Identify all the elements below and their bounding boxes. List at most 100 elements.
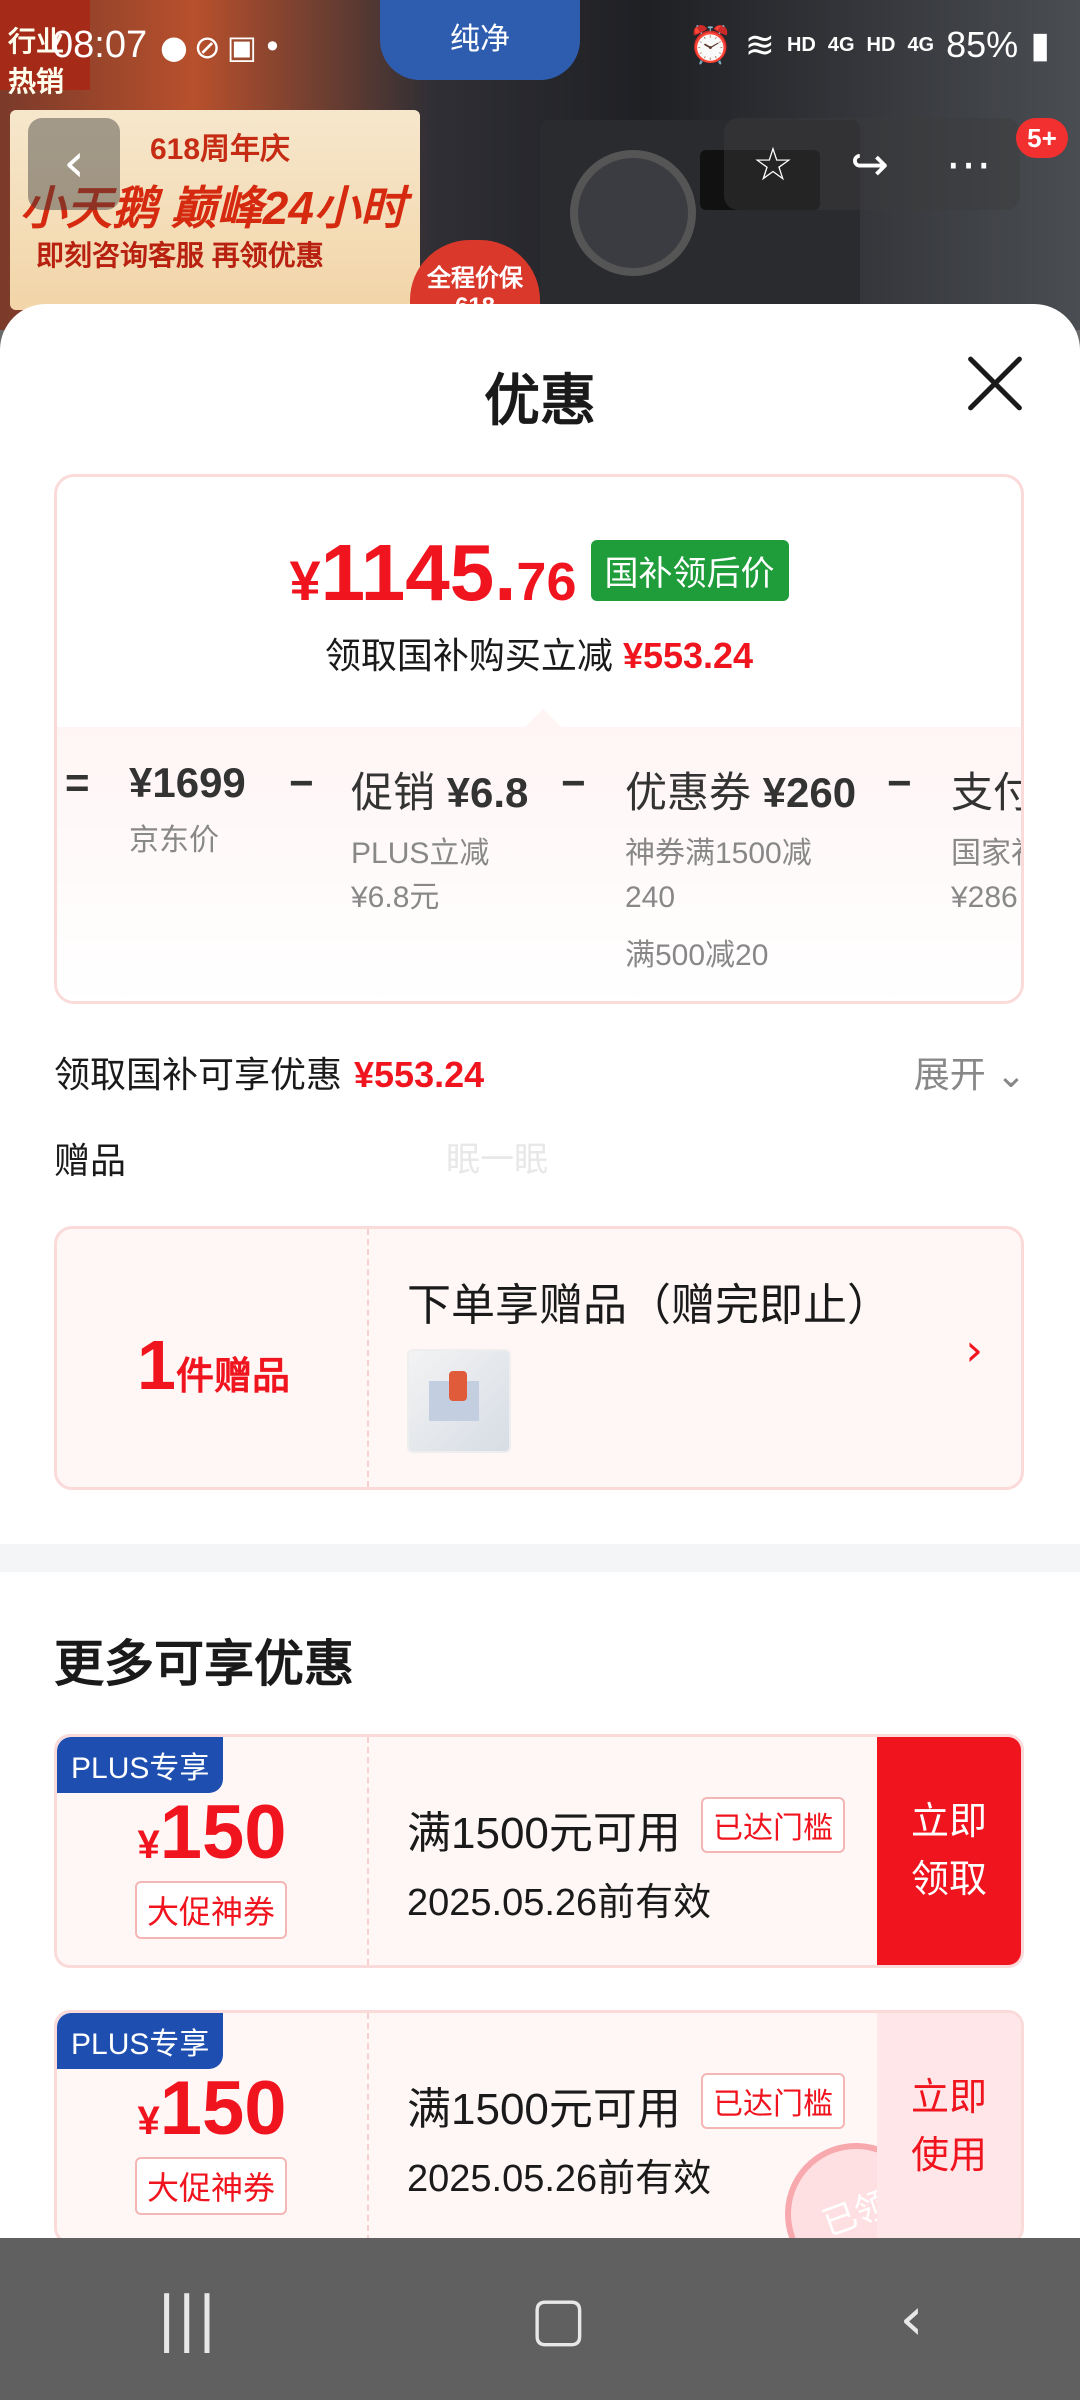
wifi-icon: ≋ [744, 24, 775, 65]
breakdown-prefix: 优惠券 [625, 769, 763, 816]
back-arrow-icon: ‹ [63, 131, 85, 194]
banner-top-text: 618周年庆 [150, 133, 291, 166]
battery-icon: ▮ [1030, 24, 1050, 65]
action-line: 领取 [910, 1859, 987, 1901]
breakdown-sub: 国家补 [951, 837, 1021, 870]
section-separator [0, 1544, 1080, 1572]
action-line: 使用 [910, 2135, 987, 2177]
blocked-icon: ⊘ [193, 28, 227, 66]
action-line: 立即 [910, 2077, 987, 2119]
coupon-type: 大促神券 [135, 2157, 288, 2215]
plus-badge: PLUS专享 [57, 1737, 224, 1793]
signal-label-2: 4G [907, 33, 935, 56]
breakdown-value: ¥1699 [129, 759, 246, 806]
coupon-symbol: ¥ [137, 1823, 160, 1867]
status-bar: 08:07 ●⊘▣• ⏰ ≋ HD 4G HD 4G 85% ▮ [0, 0, 1080, 100]
gallery-icon: ▣ [226, 28, 263, 66]
price-decimal: 76 [516, 552, 577, 612]
system-nav-bar: ||| ▢ ‹ [0, 2238, 1080, 2400]
subsidy-summary: 领取国补可享优惠 ¥553.24 [54, 1046, 484, 1098]
banner-sub-text: 即刻咨询客服 再领优惠 [36, 240, 324, 271]
coupon-card: PLUS专享 ¥150 大促神券 满1500元可用 已达门槛 2025.05.2… [54, 2010, 1024, 2238]
gift-count-area: 1件赠品 [57, 1229, 367, 1487]
back-nav-icon[interactable]: ‹ [900, 2284, 924, 2354]
gift-card[interactable]: 1件赠品 下单享赠品（赠完即止） › [54, 1226, 1024, 1490]
breakdown-row: = ¥1699 京东价 − 促销 ¥6.8 PLUS立减 ¥6.8元 − 优惠券 … [57, 759, 1021, 999]
chevron-right-icon[interactable]: › [965, 1325, 983, 1376]
gift-thumbnail[interactable] [407, 1349, 511, 1453]
breakdown-op: − [561, 759, 586, 806]
breakdown-sub: 满500减20 [625, 939, 769, 972]
coupon-divider [367, 2013, 369, 2238]
coupon-value: 150 [159, 1790, 287, 1875]
gift-divider [367, 1229, 369, 1487]
alarm-icon: ⏰ [687, 24, 733, 65]
breakdown-prefix: 促销 [351, 769, 447, 816]
gift-title: 下单享赠品（赠完即止） [407, 1281, 891, 1330]
watermark-text: 眠一眠 [446, 1141, 548, 1179]
gift-section-label: 赠品 [54, 1140, 127, 1181]
wechat-icon: ● [160, 28, 194, 66]
breakdown-op: − [887, 759, 912, 806]
hd-label-1: HD [786, 33, 816, 56]
coupon-value: 150 [159, 2066, 287, 2151]
chevron-down-icon: ⌄ [995, 1054, 1026, 1095]
breakdown-sub: ¥6.8元 [351, 881, 440, 914]
status-time: 08:07 [52, 24, 148, 66]
coupon-amount: ¥150 [57, 1789, 367, 1876]
breakdown-sub: PLUS立减 [351, 837, 490, 870]
price-symbol: ¥ [289, 549, 321, 612]
close-icon[interactable] [962, 350, 1028, 416]
coupon-status: 已达门槛 [701, 1797, 845, 1853]
breakdown-value: ¥260 [762, 769, 857, 816]
coupon-card: PLUS专享 ¥150 大促神券 满1500元可用 已达门槛 2025.05.2… [54, 1734, 1024, 1968]
coupon-amount: ¥150 [57, 2065, 367, 2152]
washer-door [570, 150, 696, 276]
subsidy-line: 领取国补购买立减 ¥553.24 [57, 627, 1021, 679]
hd-label-2: HD [866, 33, 896, 56]
breakdown-item-coupon: 优惠券 ¥260 神券满1500减 240 满500减20 [625, 759, 856, 978]
gift-count-number: 1 [137, 1326, 176, 1404]
price-line: ¥1145.76 国补领后价 [57, 527, 1021, 619]
coupon-condition: 满1500元可用 [407, 2085, 681, 2134]
coupon-condition: 满1500元可用 [407, 1809, 681, 1858]
final-price: ¥1145.76 [289, 527, 576, 619]
dot-icon: • [262, 28, 288, 66]
home-icon[interactable]: ▢ [530, 2284, 587, 2354]
more-icon[interactable]: ⋯ [946, 137, 992, 191]
subsidy-label: 领取国补购买立减 [324, 635, 613, 676]
coupon-divider [367, 1737, 369, 1965]
coupon-date: 2025.05.26前有效 [407, 1882, 712, 1924]
expand-label: 展开 [913, 1054, 986, 1095]
breakdown-sub: ¥286 [951, 881, 1018, 914]
coupon-status: 已达门槛 [701, 2073, 845, 2129]
message-badge: 5+ [1016, 118, 1068, 158]
back-button[interactable]: ‹ [28, 118, 120, 210]
system-icons: ⏰ ≋ HD 4G HD 4G 85% ▮ [688, 24, 1050, 66]
notification-icons: ●⊘▣• [160, 28, 288, 66]
recent-apps-icon[interactable]: ||| [156, 2284, 217, 2354]
use-coupon-button[interactable]: 立即 使用 [877, 2013, 1021, 2238]
summary-label: 领取国补可享优惠 [54, 1054, 343, 1095]
breakdown-op: − [289, 759, 314, 806]
pointer-arrow [523, 709, 563, 729]
claim-coupon-button[interactable]: 立即 领取 [877, 1737, 1021, 1965]
battery-level: 85% [946, 24, 1019, 65]
breakdown-item-payment: 支付 国家补 ¥286 [951, 759, 1021, 920]
breakdown-item-promo: 促销 ¥6.8 PLUS立减 ¥6.8元 [351, 759, 528, 920]
price-summary: ¥1145.76 国补领后价 领取国补购买立减 ¥553.24 [57, 477, 1021, 727]
thumb-shape [449, 1371, 467, 1401]
subsidy-amount: ¥553.24 [622, 635, 754, 676]
share-icon[interactable]: ↪ [850, 137, 889, 191]
action-line: 立即 [910, 1801, 987, 1843]
expand-button[interactable]: 展开 ⌄ [914, 1046, 1026, 1098]
coupon-type: 大促神券 [135, 1881, 288, 1939]
sheet-title: 优惠 [484, 369, 596, 432]
breakdown-prefix: 支付 [951, 769, 1021, 816]
coupon-symbol: ¥ [137, 2099, 160, 2143]
discount-sheet: 优惠 ¥1145.76 国补领后价 领取国补购买立减 ¥553.24 = ¥16… [0, 304, 1080, 2238]
plus-badge: PLUS专享 [57, 2013, 224, 2069]
breakdown-op: = [65, 759, 90, 806]
summary-amount: ¥553.24 [354, 1054, 485, 1095]
star-icon[interactable]: ☆ [752, 137, 793, 191]
